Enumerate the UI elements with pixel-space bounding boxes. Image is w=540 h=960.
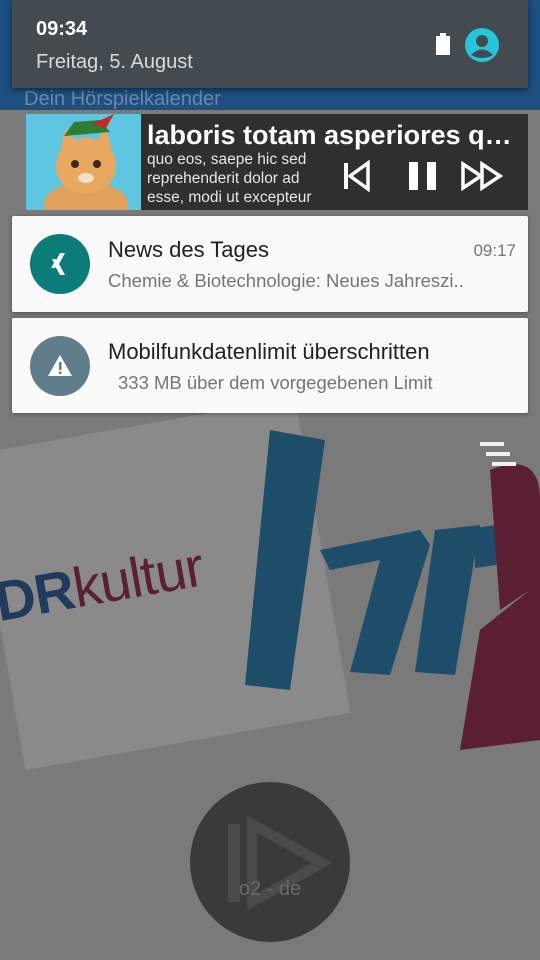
notification-news[interactable]: News des Tages 09:17 Chemie & Biotechnol… (12, 216, 528, 312)
logo-prefix: DR (0, 557, 79, 634)
notification-title: News des Tages (108, 237, 270, 262)
notification-data-limit[interactable]: Mobilfunkdatenlimit überschritten 333 MB… (12, 318, 528, 413)
menu-icon (480, 442, 516, 466)
pause-icon[interactable] (406, 160, 440, 192)
media-title: laboris totam asperiores quasi (147, 120, 522, 150)
media-description: quo eos, saepe hic sed reprehenderit dol… (147, 151, 312, 206)
notification-time: 09:17 (473, 241, 516, 260)
warning-icon (30, 336, 90, 396)
xing-icon (30, 234, 90, 294)
date: Freitag, 5. August (36, 51, 193, 73)
skip-previous-icon[interactable] (342, 160, 372, 192)
cat-image (26, 114, 141, 210)
play-icon (228, 815, 333, 911)
account-icon[interactable] (464, 27, 500, 63)
fast-forward-icon[interactable] (460, 160, 504, 192)
media-notification[interactable]: laboris totam asperiores quasi quo eos, … (26, 114, 528, 210)
background-subtitle: Dein Hörspielkalender (24, 88, 221, 110)
notification-text: 333 MB über dem vorgegebenen Limit (118, 372, 433, 393)
background-play-button (190, 782, 350, 942)
album-art (26, 114, 141, 210)
notification-text: Chemie & Biotechnologie: Neues Jahreszi.… (108, 270, 464, 291)
notification-title: Mobilfunkdatenlimit überschritten (108, 339, 430, 364)
background-station-label: o2 - de (238, 878, 302, 900)
clock: 09:34 (36, 18, 88, 40)
quick-settings-header[interactable]: 09:34 Freitag, 5. August (12, 0, 528, 88)
battery-icon (436, 33, 450, 55)
